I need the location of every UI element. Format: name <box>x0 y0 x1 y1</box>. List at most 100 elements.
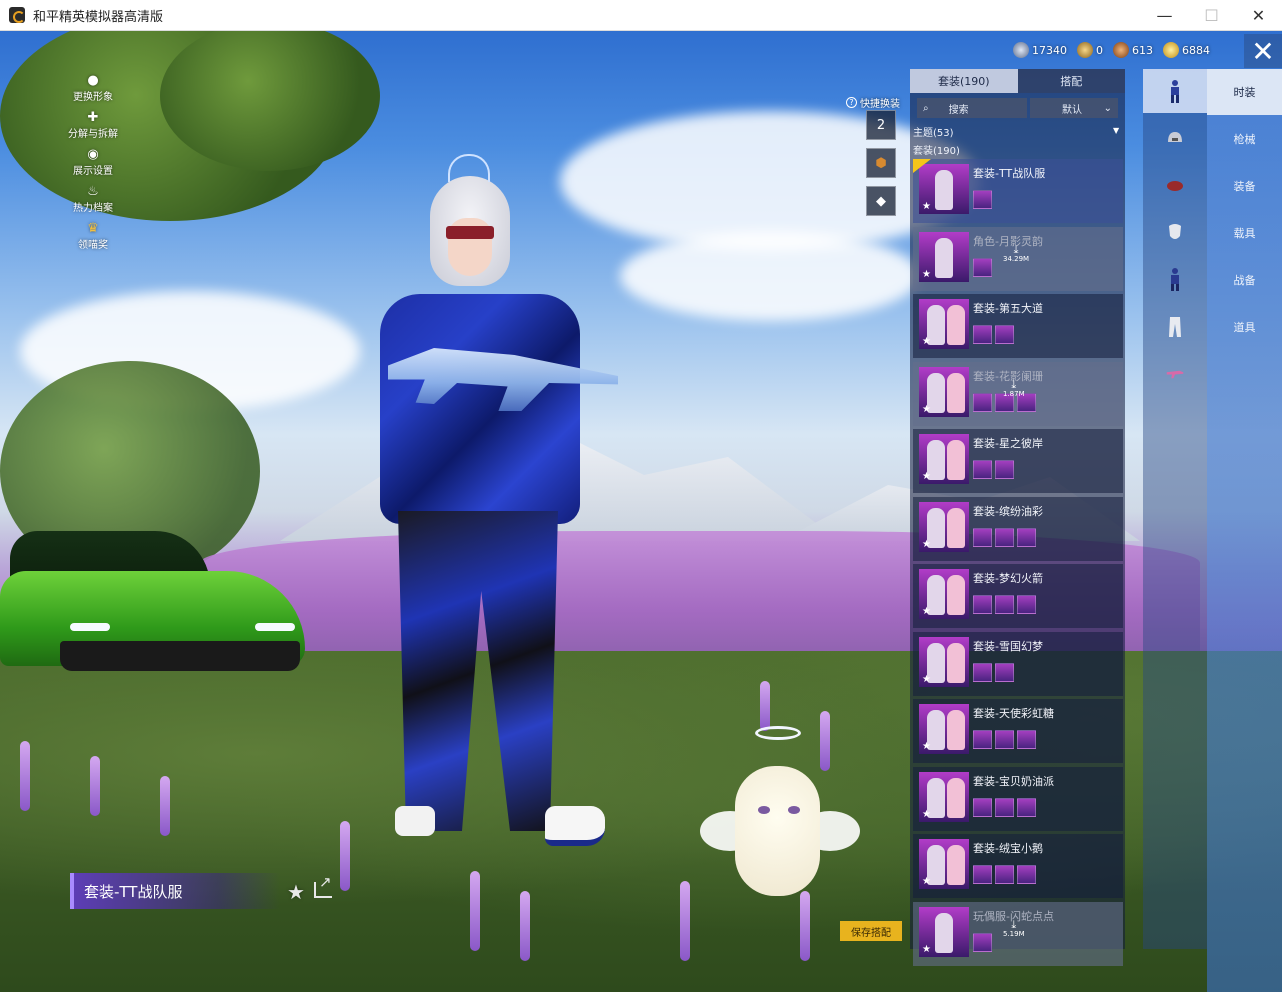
outfit-thumbnail: ★ <box>919 164 969 214</box>
category-body[interactable] <box>1143 257 1207 301</box>
sort-dropdown[interactable]: 默认 ⌄ <box>1030 98 1118 118</box>
outfit-list-item[interactable]: ★ 套装-第五大道 <box>913 294 1123 358</box>
star-icon: ★ <box>922 808 931 820</box>
outfit-list-item[interactable]: ★ 套装-绒宝小鹅 <box>913 834 1123 898</box>
figure-icon <box>947 777 965 818</box>
outfit-thumbnail: ★ <box>919 839 969 889</box>
decompose-button[interactable]: ✚ 分解与拆解 <box>58 103 128 141</box>
nav-items[interactable]: 道具 <box>1207 304 1282 350</box>
outfit-thumbnail: ★ <box>919 569 969 619</box>
close-window-button[interactable]: ✕ <box>1235 0 1282 31</box>
eye-icon: ◉ <box>87 146 99 162</box>
outfit-part-icon <box>995 865 1014 884</box>
pet-companion[interactable] <box>700 721 860 901</box>
search-input[interactable]: ⌕ 搜索 <box>917 98 1027 118</box>
reward-button[interactable]: ♛ 领喵奖 <box>58 214 128 252</box>
outfit-thumbnail: ★ <box>919 636 969 687</box>
quick-swap-slot[interactable]: 2 <box>866 110 896 140</box>
figure-icon <box>947 507 965 548</box>
close-icon[interactable]: ✕ <box>1244 34 1282 68</box>
outfit-part-icon <box>973 662 992 682</box>
nav-firearms[interactable]: 枪械 <box>1207 116 1282 162</box>
minimize-button[interactable]: — <box>1141 0 1188 31</box>
character-shoe <box>545 806 605 846</box>
nav-equipment[interactable]: 装备 <box>1207 163 1282 209</box>
currency-bronze: 613 <box>1113 42 1153 58</box>
outfit-parts <box>973 325 1014 344</box>
download-icon: ⤓ <box>1011 917 1017 931</box>
download-indicator[interactable]: ⤓ 34.29M <box>1003 242 1029 263</box>
outfit-thumbnail: ★ <box>919 434 969 484</box>
change-avatar-button[interactable]: ● 更换形象 <box>58 66 128 104</box>
theme-filter[interactable]: 主题(53) <box>913 124 954 139</box>
download-icon: ⤓ <box>1013 242 1019 256</box>
app-window: 和平精英模拟器高清版 — ☐ ✕ ● 更换形象 ✚ 分解与拆解 ◉ 展示设置 ♨… <box>0 0 1282 992</box>
tab-combos[interactable]: 搭配 <box>1017 69 1125 93</box>
puzzle-icon: ✚ <box>87 109 99 125</box>
nav-fashion[interactable]: 时装 <box>1207 69 1282 115</box>
tab-suits[interactable]: 套装(190) <box>910 69 1018 93</box>
heat-archive-button[interactable]: ♨ 热力档案 <box>58 177 128 215</box>
category-backpack[interactable] <box>1143 163 1207 207</box>
maximize-button[interactable]: ☐ <box>1188 0 1235 31</box>
star-icon: ★ <box>922 876 931 887</box>
category-pants[interactable] <box>1143 304 1207 348</box>
figure-icon <box>935 912 953 953</box>
outfit-list-item[interactable]: ★ 套装-花影阑珊 ⤓ 1.87M <box>913 361 1123 426</box>
figure-icon <box>935 170 953 210</box>
silver-coin-icon <box>1013 42 1029 58</box>
blindfold <box>446 226 494 239</box>
outfit-part-icon <box>1017 797 1036 817</box>
save-outfit-button[interactable]: 保存搭配 <box>840 921 902 941</box>
car-headlight <box>255 623 295 631</box>
right-nav: 时装 枪械 装备 载具 战备 道具 <box>1207 69 1282 992</box>
category-mask[interactable] <box>1143 210 1207 254</box>
window-title: 和平精英模拟器高清版 <box>33 9 164 25</box>
left-menu: ● 更换形象 ✚ 分解与拆解 ◉ 展示设置 ♨ 热力档案 ♛ 领喵奖 <box>58 66 128 252</box>
category-gun-skin[interactable] <box>1143 351 1207 395</box>
download-indicator[interactable]: ⤓ 1.87M <box>1003 379 1025 398</box>
dropdown-arrow-icon[interactable]: ▼ <box>1113 126 1119 135</box>
download-indicator[interactable]: ⤓ 5.19M <box>1003 917 1025 938</box>
outfit-parts <box>973 527 1036 547</box>
quick-swap-slot[interactable]: ⬢ <box>866 148 896 178</box>
outfit-list-item[interactable]: ★ 套装-宝贝奶油派 <box>913 766 1123 831</box>
outfit-list-item[interactable]: ★ 套装-TT战队服 <box>913 159 1123 223</box>
outfit-parts <box>973 190 992 209</box>
quick-swap-slot[interactable]: ◆ <box>866 186 896 216</box>
outfit-part-icon <box>973 865 992 884</box>
star-icon: ★ <box>922 201 931 212</box>
currency-silver: 17340 <box>1013 42 1067 58</box>
flower <box>520 891 530 961</box>
outfit-list-item[interactable]: ★ 角色-月影灵韵 ⤓ 34.29M <box>913 226 1123 291</box>
outfit-list-item[interactable]: ★ 套装-天使彩虹糖 <box>913 699 1123 763</box>
outfit-thumbnail: ★ <box>919 771 969 822</box>
outfit-list-item[interactable]: ★ 套装-雪国幻梦 <box>913 631 1123 696</box>
outfit-parts <box>973 460 1014 479</box>
display-settings-button[interactable]: ◉ 展示设置 <box>58 140 128 178</box>
category-outfit[interactable] <box>1143 69 1207 113</box>
gold-badge-icon <box>1077 42 1093 58</box>
figure-icon <box>947 305 965 345</box>
outfit-list-item[interactable]: ★ 套装-星之彼岸 <box>913 429 1123 493</box>
category-helmet[interactable] <box>1143 116 1207 160</box>
download-size: 1.87M <box>1003 389 1025 398</box>
favorite-star-icon[interactable]: ★ <box>287 880 305 904</box>
outfit-part-icon <box>1017 595 1036 614</box>
outfit-parts <box>973 932 992 952</box>
car-grille <box>60 641 300 671</box>
share-icon[interactable] <box>314 873 332 898</box>
outfit-list-item[interactable]: ★ 套装-缤纷油彩 <box>913 496 1123 561</box>
outfit-list-item[interactable]: ★ 玩偶服-闪蛇点点 ⤓ 5.19M <box>913 901 1123 966</box>
flower <box>20 741 30 811</box>
nav-vehicles[interactable]: 载具 <box>1207 210 1282 256</box>
currency-gold: 6884 <box>1163 42 1210 58</box>
player-character[interactable] <box>360 146 630 896</box>
outfit-name: 套装-绒宝小鹅 <box>973 842 1043 855</box>
outfit-list-item[interactable]: ★ 套装-梦幻火箭 <box>913 564 1123 628</box>
nav-battle-prep[interactable]: 战备 <box>1207 257 1282 303</box>
outfit-name: 套装-TT战队服 <box>973 167 1046 180</box>
help-icon[interactable]: ? <box>846 97 857 108</box>
outfit-name: 套装-梦幻火箭 <box>973 572 1043 585</box>
car-headlight <box>70 623 110 631</box>
